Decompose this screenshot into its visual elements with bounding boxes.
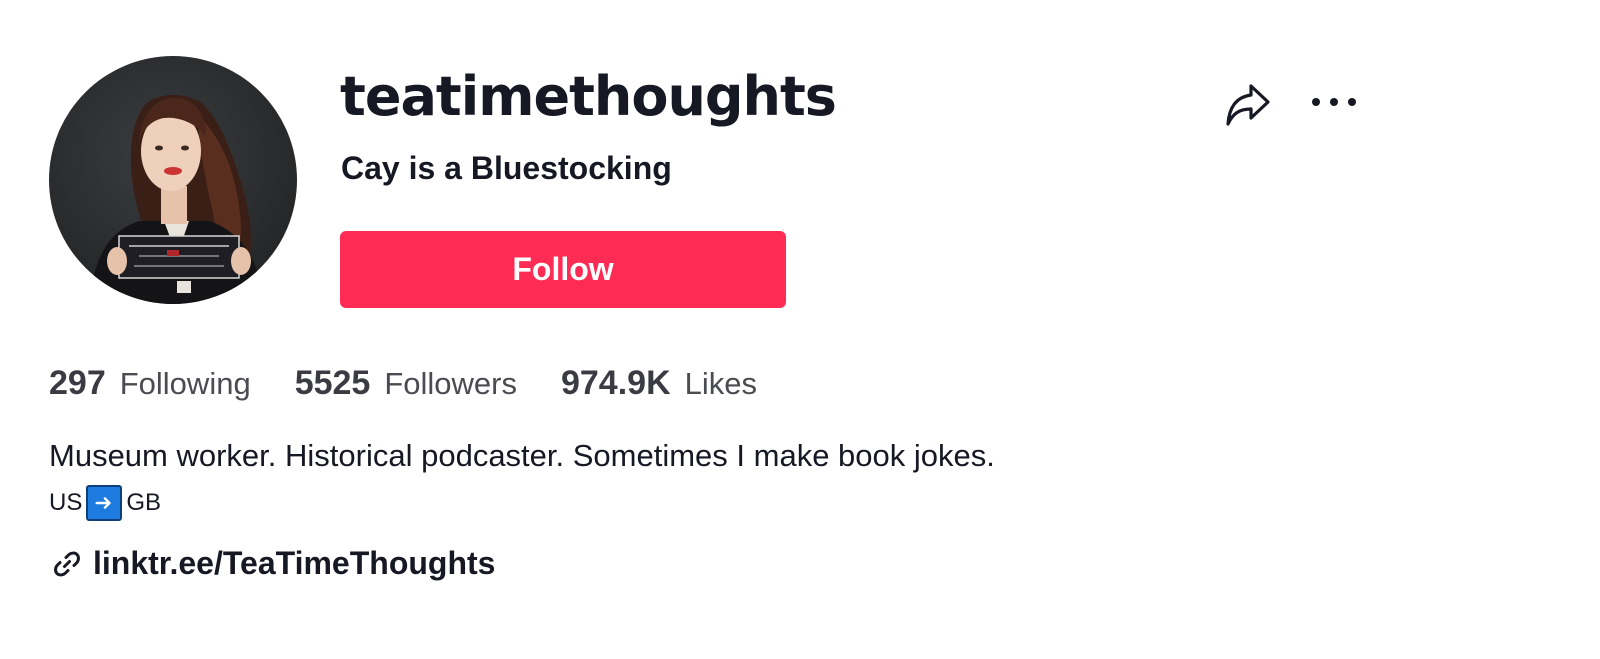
- followers-stat[interactable]: 5525 Followers: [295, 364, 517, 403]
- likes-label: Likes: [684, 366, 757, 401]
- nickname: Cay is a Bluestocking: [341, 150, 672, 186]
- bio-to: GB: [126, 489, 162, 516]
- follow-button[interactable]: Follow: [340, 231, 786, 308]
- bio-link[interactable]: linktr.ee/TeaTimeThoughts: [51, 545, 495, 582]
- username: teatimethoughts: [340, 65, 837, 128]
- stats-bar: 297 Following 5525 Followers 974.9K Like…: [49, 364, 801, 403]
- likes-count: 974.9K: [560, 364, 671, 402]
- following-count: 297: [49, 364, 106, 402]
- avatar[interactable]: [49, 56, 297, 304]
- followers-label: Followers: [384, 366, 517, 401]
- share-icon[interactable]: [1222, 78, 1274, 130]
- following-stat[interactable]: 297 Following: [49, 364, 251, 403]
- likes-stat: 974.9K Likes: [561, 364, 757, 403]
- followers-count: 5525: [294, 364, 371, 402]
- bio-location: US GB: [49, 485, 161, 521]
- right-arrow-emoji-icon: [86, 485, 123, 521]
- profile-page: teatimethoughts Cay is a Bluestocking Fo…: [0, 0, 1600, 659]
- bio-from: US: [49, 489, 83, 516]
- bio-text: Museum worker. Historical podcaster. Som…: [49, 438, 995, 473]
- following-label: Following: [119, 366, 251, 401]
- more-options-icon[interactable]: [1310, 84, 1360, 120]
- avatar-photo: [89, 94, 264, 304]
- link-icon: [54, 551, 80, 576]
- bio-link-text[interactable]: linktr.ee/TeaTimeThoughts: [93, 545, 495, 582]
